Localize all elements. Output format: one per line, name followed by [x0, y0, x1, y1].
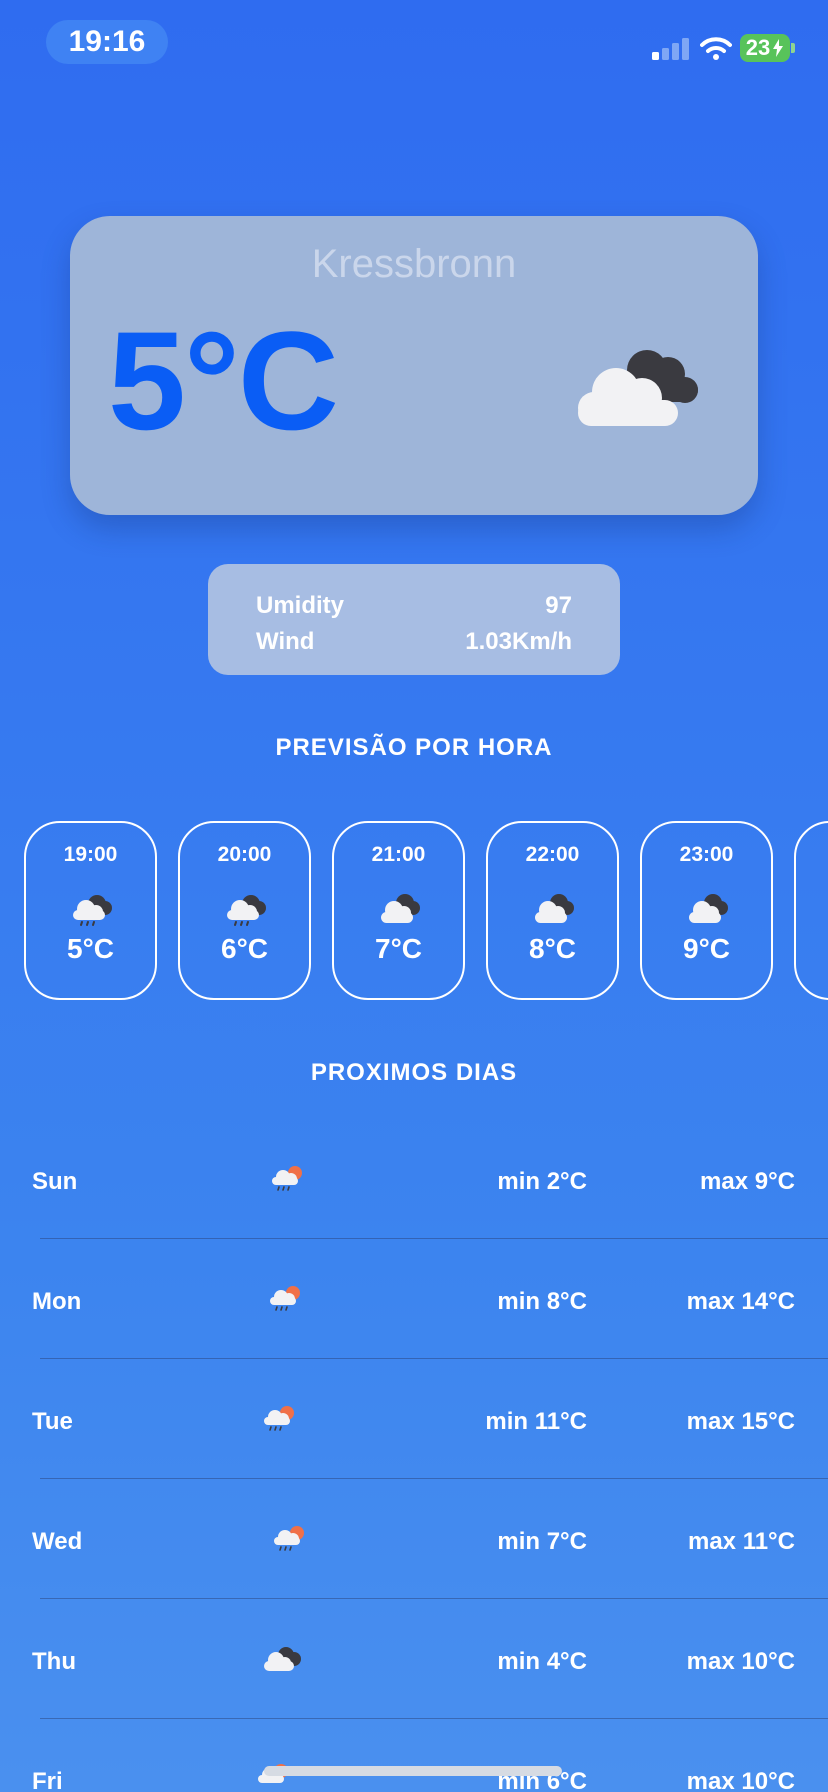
hour-temp: 9°C — [683, 933, 730, 964]
row-divider — [40, 1598, 828, 1599]
wind-row: Wind 1.03Km/h — [256, 624, 572, 660]
sun-rain-icon — [272, 1166, 302, 1191]
day-row[interactable]: Fri min 6°C max 10°C — [0, 1722, 828, 1792]
sun-rain-icon — [274, 1526, 304, 1551]
day-max-temp: max 11°C — [687, 1528, 795, 1555]
day-label: Sun — [32, 1168, 78, 1195]
day-label: Mon — [32, 1288, 82, 1315]
cloudy-icon — [689, 894, 728, 923]
battery-charging-icon: 23 — [740, 34, 790, 62]
signal-icon — [652, 38, 689, 60]
battery-cap — [791, 43, 795, 53]
sun-rain-icon — [264, 1406, 294, 1431]
sun-rain-icon — [270, 1286, 300, 1311]
hour-card[interactable]: 20:00 6°C — [178, 821, 311, 1000]
wind-label: Wind — [256, 628, 315, 655]
day-row[interactable]: Mon min 8°C max 14°C — [0, 1242, 828, 1362]
home-indicator[interactable] — [264, 1766, 562, 1776]
status-time: 19:16 — [46, 20, 168, 64]
hour-temp: 7°C — [375, 933, 422, 964]
wind-value: 1.03Km/h — [465, 628, 572, 655]
humidity-value: 97 — [545, 592, 572, 619]
row-divider — [40, 1238, 828, 1239]
battery-level: 23 — [745, 35, 771, 60]
cloudy-icon — [381, 894, 420, 923]
day-row[interactable]: Thu min 4°C max 10°C — [0, 1602, 828, 1722]
hour-time: 21:00 — [371, 843, 426, 866]
hour-time: 19:00 — [63, 843, 118, 866]
hour-temp: 8°C — [529, 933, 576, 964]
hour-card[interactable]: 22:00 8°C — [486, 821, 619, 1000]
current-weather-card: Kressbronn 5°C — [70, 216, 758, 515]
day-min-temp: min 11°C — [485, 1408, 587, 1435]
hour-card-partial[interactable] — [794, 821, 828, 1000]
day-label: Wed — [32, 1528, 83, 1555]
weather-details-panel: Umidity 97 Wind 1.03Km/h — [208, 564, 620, 675]
wifi-icon — [700, 37, 732, 60]
city-name: Kressbronn — [311, 242, 517, 286]
cloudy-icon — [578, 350, 698, 426]
day-max-temp: max 15°C — [686, 1408, 795, 1435]
cloudy-icon — [264, 1647, 301, 1671]
row-divider — [40, 1358, 828, 1359]
rain-cloud-icon — [227, 895, 266, 926]
hour-time: 22:00 — [525, 843, 580, 866]
hourly-forecast-title: PREVISÃO POR HORA — [275, 734, 553, 761]
day-min-temp: min 8°C — [497, 1288, 587, 1315]
hour-card[interactable]: 23:00 9°C — [640, 821, 773, 1000]
cloudy-icon — [535, 894, 574, 923]
rain-cloud-icon — [73, 895, 112, 926]
day-max-temp: max 9°C — [700, 1168, 795, 1195]
row-divider — [40, 1478, 828, 1479]
day-row[interactable]: Wed min 7°C max 11°C — [0, 1482, 828, 1602]
day-row[interactable]: Sun min 2°C max 9°C — [0, 1122, 828, 1242]
hour-card[interactable]: 19:00 5°C — [24, 821, 157, 1000]
day-row[interactable]: Tue min 11°C max 15°C — [0, 1362, 828, 1482]
day-label: Thu — [32, 1648, 76, 1675]
day-min-temp: min 7°C — [497, 1528, 587, 1555]
day-label: Fri — [32, 1768, 63, 1792]
hour-time: 23:00 — [679, 843, 734, 866]
day-min-temp: min 2°C — [497, 1168, 587, 1195]
humidity-label: Umidity — [256, 592, 345, 619]
hour-card[interactable]: 21:00 7°C — [332, 821, 465, 1000]
daily-forecast-title: PROXIMOS DIAS — [310, 1059, 518, 1086]
row-divider — [40, 1718, 828, 1719]
charging-bolt-icon — [773, 39, 784, 57]
day-label: Tue — [32, 1408, 73, 1435]
day-max-temp: max 10°C — [686, 1648, 795, 1675]
day-max-temp: max 10°C — [686, 1768, 795, 1792]
current-temperature: 5°C — [108, 302, 339, 459]
hour-time: 20:00 — [217, 843, 272, 866]
humidity-row: Umidity 97 — [256, 588, 572, 624]
day-min-temp: min 4°C — [497, 1648, 587, 1675]
day-max-temp: max 14°C — [686, 1288, 795, 1315]
hour-temp: 6°C — [221, 933, 268, 964]
hour-temp: 5°C — [67, 933, 114, 964]
